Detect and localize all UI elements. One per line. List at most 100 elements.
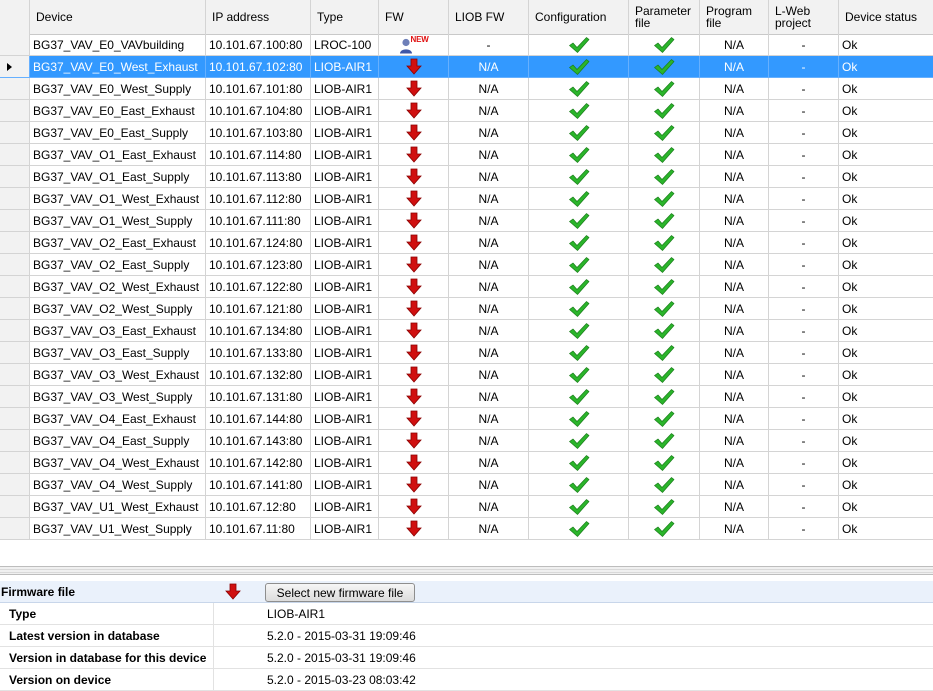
green-checkmark-icon bbox=[568, 344, 590, 362]
table-row[interactable]: BG37_VAV_O2_West_Exhaust 10.101.67.122:80… bbox=[0, 276, 933, 298]
row-header[interactable] bbox=[0, 430, 30, 452]
table-row[interactable]: BG37_VAV_O1_West_Supply 10.101.67.111:80 L… bbox=[0, 210, 933, 232]
row-header[interactable] bbox=[0, 122, 30, 144]
table-row[interactable]: BG37_VAV_O4_East_Exhaust 10.101.67.144:80… bbox=[0, 408, 933, 430]
col-fw[interactable]: FW bbox=[379, 0, 449, 34]
program-file-cell: N/A bbox=[700, 320, 769, 342]
col-configuration[interactable]: Configuration bbox=[529, 0, 629, 34]
device-status-cell: Ok bbox=[839, 518, 933, 540]
parameter-file-cell bbox=[629, 34, 700, 56]
row-header[interactable] bbox=[0, 210, 30, 232]
ip-address-cell: 10.101.67.122:80 bbox=[206, 276, 311, 298]
type-cell: LIOB-AIR1 bbox=[311, 496, 379, 518]
row-header[interactable] bbox=[0, 408, 30, 430]
row-header[interactable] bbox=[0, 452, 30, 474]
device-status-cell: Ok bbox=[839, 122, 933, 144]
type-cell: LIOB-AIR1 bbox=[311, 474, 379, 496]
col-lweb-project[interactable]: L-Web project bbox=[769, 0, 839, 34]
device-name-cell: BG37_VAV_O1_West_Supply bbox=[30, 210, 206, 232]
device-name-cell: BG37_VAV_O1_East_Supply bbox=[30, 166, 206, 188]
row-header[interactable] bbox=[0, 320, 30, 342]
configuration-cell bbox=[529, 320, 629, 342]
table-row[interactable]: BG37_VAV_O1_East_Exhaust 10.101.67.114:80… bbox=[0, 144, 933, 166]
row-header[interactable] bbox=[0, 496, 30, 518]
red-down-arrow-icon bbox=[405, 102, 423, 120]
select-firmware-button[interactable]: Select new firmware file bbox=[265, 583, 415, 602]
table-row[interactable]: BG37_VAV_O2_East_Exhaust 10.101.67.124:80… bbox=[0, 232, 933, 254]
device-status-cell: Ok bbox=[839, 232, 933, 254]
table-row[interactable]: BG37_VAV_E0_VAVbuilding 10.101.67.100:80 L… bbox=[0, 34, 933, 56]
fw-cell bbox=[379, 518, 449, 540]
table-row[interactable]: BG37_VAV_E0_West_Supply 10.101.67.101:80 L… bbox=[0, 78, 933, 100]
row-header[interactable] bbox=[0, 100, 30, 122]
red-down-arrow-icon bbox=[405, 168, 423, 186]
row-header[interactable] bbox=[0, 144, 30, 166]
liob-fw-cell: N/A bbox=[449, 276, 529, 298]
row-header[interactable] bbox=[0, 364, 30, 386]
row-header[interactable] bbox=[0, 56, 30, 78]
type-cell: LIOB-AIR1 bbox=[311, 78, 379, 100]
green-checkmark-icon bbox=[653, 476, 675, 494]
row-header[interactable] bbox=[0, 474, 30, 496]
table-row[interactable]: BG37_VAV_O4_East_Supply 10.101.67.143:80 L… bbox=[0, 430, 933, 452]
table-row[interactable]: BG37_VAV_O4_West_Exhaust 10.101.67.142:80… bbox=[0, 452, 933, 474]
col-type[interactable]: Type bbox=[311, 0, 379, 34]
table-row[interactable]: BG37_VAV_E0_East_Supply 10.101.67.103:80 L… bbox=[0, 122, 933, 144]
row-header[interactable] bbox=[0, 166, 30, 188]
table-row[interactable]: BG37_VAV_U1_West_Exhaust 10.101.67.12:80 L… bbox=[0, 496, 933, 518]
col-parameter-file[interactable]: Parameter file bbox=[629, 0, 700, 34]
device-name-cell: BG37_VAV_O3_East_Exhaust bbox=[30, 320, 206, 342]
program-file-cell: N/A bbox=[700, 232, 769, 254]
device-grid[interactable]: Device IP address Type FW LIOB FW Config… bbox=[0, 0, 933, 542]
table-row[interactable]: BG37_VAV_O4_West_Supply 10.101.67.141:80 L… bbox=[0, 474, 933, 496]
table-row[interactable]: BG37_VAV_O3_East_Supply 10.101.67.133:80 L… bbox=[0, 342, 933, 364]
splitter[interactable] bbox=[0, 566, 933, 575]
parameter-file-cell bbox=[629, 386, 700, 408]
green-checkmark-icon bbox=[568, 278, 590, 296]
col-liob-fw[interactable]: LIOB FW bbox=[449, 0, 529, 34]
row-header[interactable] bbox=[0, 518, 30, 540]
table-row[interactable]: BG37_VAV_U1_West_Supply 10.101.67.11:80 LI… bbox=[0, 518, 933, 540]
table-row[interactable]: BG37_VAV_O1_West_Exhaust 10.101.67.112:80… bbox=[0, 188, 933, 210]
type-cell: LIOB-AIR1 bbox=[311, 122, 379, 144]
table-row[interactable]: BG37_VAV_O3_West_Supply 10.101.67.131:80 L… bbox=[0, 386, 933, 408]
row-header[interactable] bbox=[0, 276, 30, 298]
type-cell: LIOB-AIR1 bbox=[311, 342, 379, 364]
col-ip[interactable]: IP address bbox=[206, 0, 311, 34]
device-status-cell: Ok bbox=[839, 408, 933, 430]
table-row[interactable]: BG37_VAV_E0_West_Exhaust 10.101.67.102:80… bbox=[0, 56, 933, 78]
device-name-cell: BG37_VAV_O3_West_Supply bbox=[30, 386, 206, 408]
fw-cell bbox=[379, 254, 449, 276]
col-program-file[interactable]: Program file bbox=[700, 0, 769, 34]
type-cell: LIOB-AIR1 bbox=[311, 298, 379, 320]
configuration-cell bbox=[529, 122, 629, 144]
green-checkmark-icon bbox=[653, 366, 675, 384]
table-row[interactable]: BG37_VAV_O1_East_Supply 10.101.67.113:80 L… bbox=[0, 166, 933, 188]
liob-fw-cell: N/A bbox=[449, 100, 529, 122]
red-down-arrow-icon bbox=[405, 190, 423, 208]
table-row[interactable]: BG37_VAV_E0_East_Exhaust 10.101.67.104:80… bbox=[0, 100, 933, 122]
row-header[interactable] bbox=[0, 232, 30, 254]
ip-address-cell: 10.101.67.124:80 bbox=[206, 232, 311, 254]
row-header[interactable] bbox=[0, 78, 30, 100]
red-down-arrow-icon bbox=[405, 520, 423, 538]
table-row[interactable]: BG37_VAV_O3_East_Exhaust 10.101.67.134:80… bbox=[0, 320, 933, 342]
device-name-cell: BG37_VAV_O3_East_Supply bbox=[30, 342, 206, 364]
program-file-cell: N/A bbox=[700, 452, 769, 474]
red-down-arrow-icon bbox=[405, 58, 423, 76]
fw-cell bbox=[379, 188, 449, 210]
row-header[interactable] bbox=[0, 342, 30, 364]
ip-address-cell: 10.101.67.112:80 bbox=[206, 188, 311, 210]
device-status-cell: Ok bbox=[839, 276, 933, 298]
table-row[interactable]: BG37_VAV_O2_West_Supply 10.101.67.121:80 L… bbox=[0, 298, 933, 320]
row-header[interactable] bbox=[0, 386, 30, 408]
row-header[interactable] bbox=[0, 254, 30, 276]
row-header[interactable] bbox=[0, 298, 30, 320]
row-header[interactable] bbox=[0, 188, 30, 210]
col-device[interactable]: Device bbox=[30, 0, 206, 34]
on-device-version-row: Version on device 5.2.0 - 2015-03-23 08:… bbox=[0, 669, 933, 691]
col-device-status[interactable]: Device status bbox=[839, 0, 933, 34]
row-header[interactable] bbox=[0, 34, 30, 56]
table-row[interactable]: BG37_VAV_O3_West_Exhaust 10.101.67.132:80… bbox=[0, 364, 933, 386]
table-row[interactable]: BG37_VAV_O2_East_Supply 10.101.67.123:80 L… bbox=[0, 254, 933, 276]
